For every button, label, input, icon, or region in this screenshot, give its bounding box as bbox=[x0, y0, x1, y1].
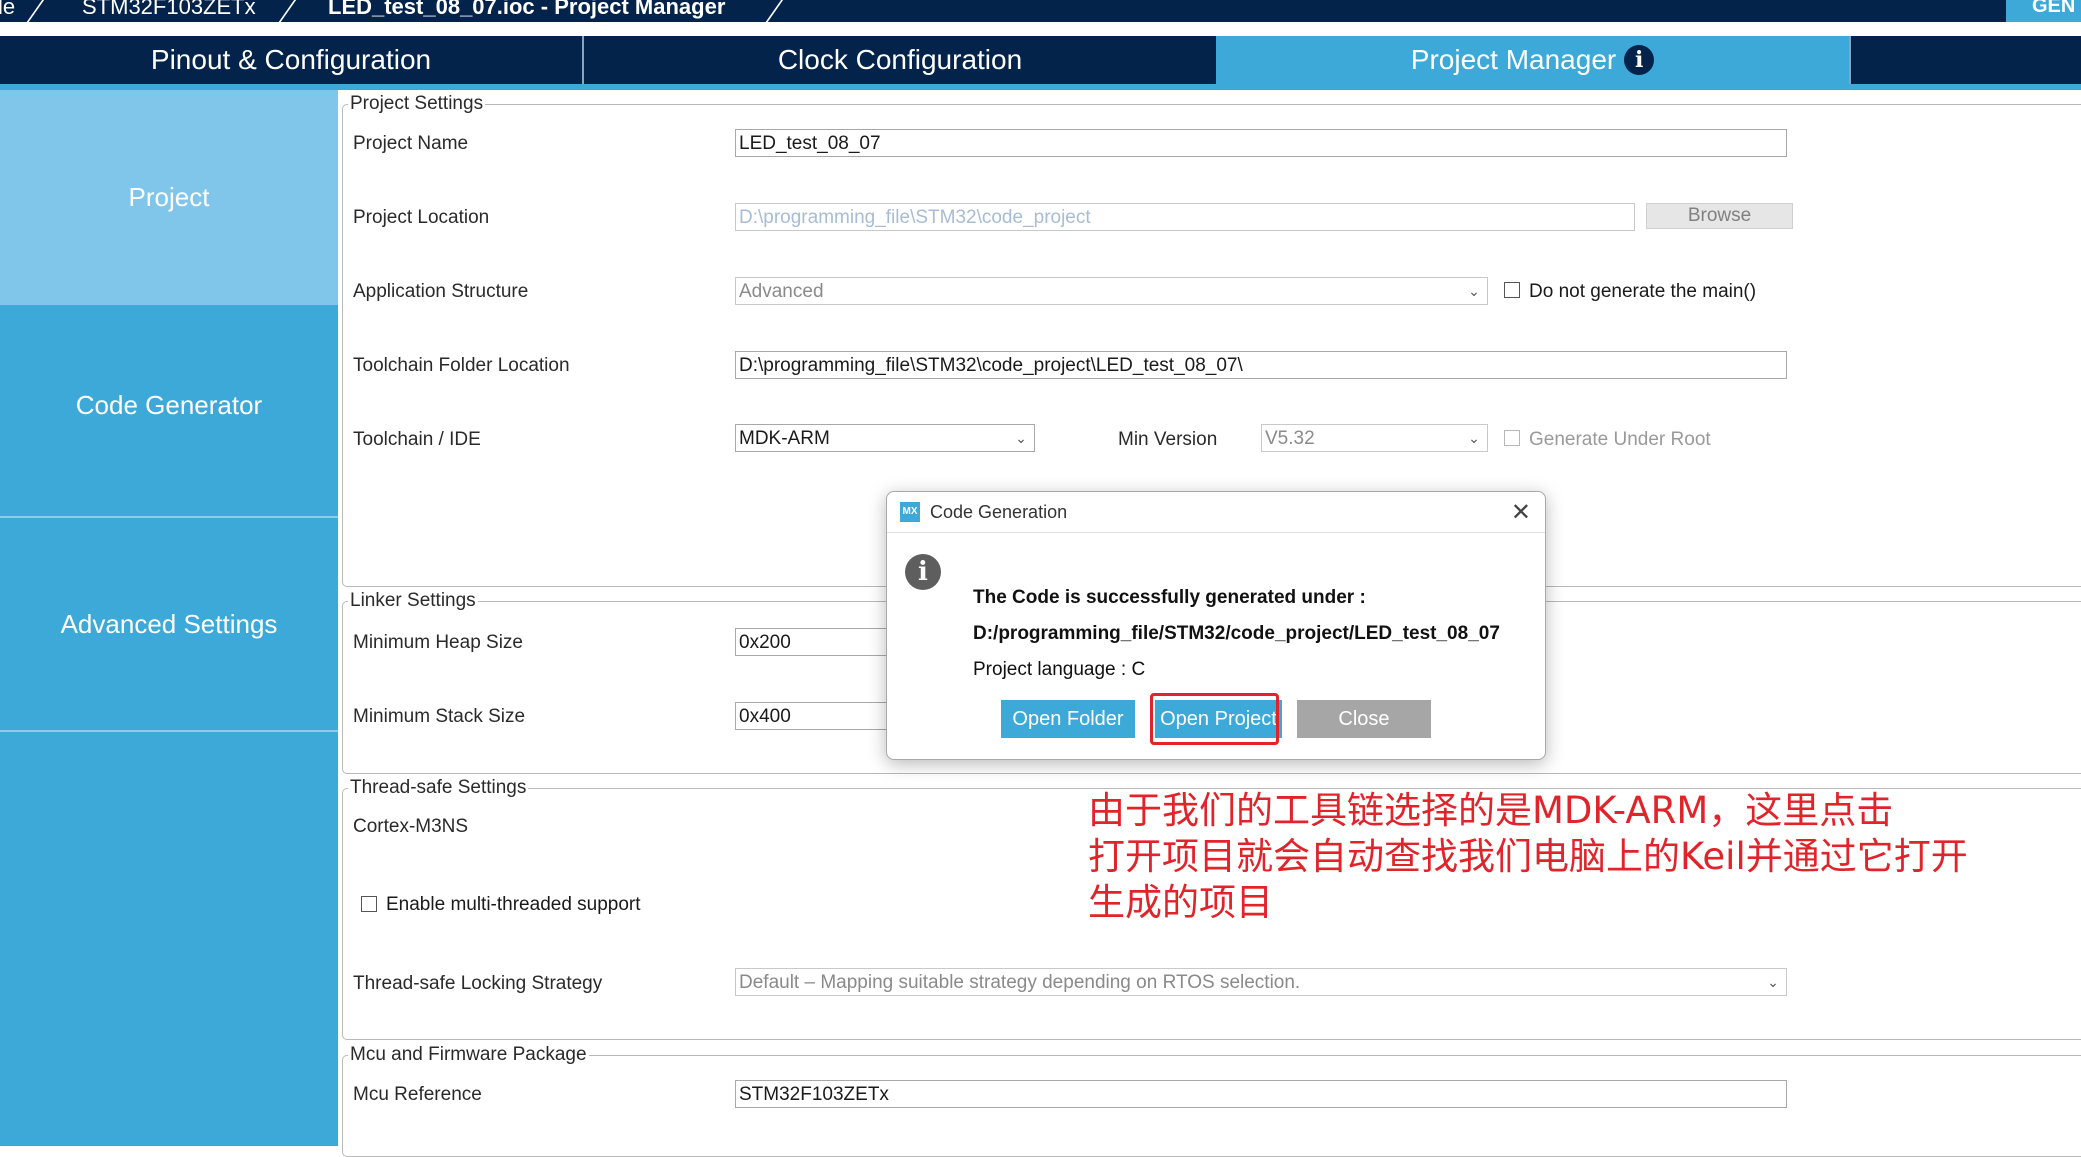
annotation-line: 打开项目就会自动查找我们电脑上的Keil并通过它打开 bbox=[1088, 835, 1968, 878]
locking-strategy-select[interactable]: Default – Mapping suitable strategy depe… bbox=[735, 968, 1787, 996]
annotation-note: 由于我们的工具链选择的是MDK-ARM，这里点击 打开项目就会自动查找我们电脑上… bbox=[1088, 788, 1988, 926]
breadcrumb-item-file[interactable]: LED_test_08_07.ioc - Project Manager bbox=[328, 0, 725, 20]
project-name-label: Project Name bbox=[353, 133, 469, 154]
breadcrumb-separator bbox=[273, 0, 299, 22]
locking-strategy-value: Default – Mapping suitable strategy depe… bbox=[739, 972, 1301, 993]
sidebar-item-label: Project bbox=[128, 182, 210, 212]
locking-strategy-label: Thread-safe Locking Strategy bbox=[353, 973, 603, 994]
sidebar-divider bbox=[0, 730, 338, 732]
min-version-select[interactable]: V5.32 ⌄ bbox=[1261, 424, 1488, 452]
tab-pinout-configuration[interactable]: Pinout & Configuration bbox=[0, 36, 582, 84]
open-project-highlight-box bbox=[1150, 693, 1279, 745]
breadcrumb-item-mcu[interactable]: STM32F103ZETx bbox=[82, 0, 256, 20]
minimum-heap-size-label: Minimum Heap Size bbox=[353, 632, 523, 653]
toolchain-folder-label: Toolchain Folder Location bbox=[353, 355, 570, 376]
sidebar: Project Code Generator Advanced Settings bbox=[0, 90, 338, 1146]
thread-safe-settings-legend: Thread-safe Settings bbox=[348, 777, 529, 799]
breadcrumb-item-home[interactable]: le bbox=[0, 0, 15, 20]
dialog-title: Code Generation bbox=[930, 502, 1068, 522]
info-icon[interactable]: i bbox=[1624, 45, 1655, 75]
info-icon: i bbox=[905, 554, 941, 590]
sidebar-item-advanced-settings[interactable]: Advanced Settings bbox=[0, 518, 338, 730]
tab-clock-configuration[interactable]: Clock Configuration bbox=[584, 36, 1216, 84]
tab-label: Project Manager bbox=[1410, 44, 1617, 75]
generate-code-button[interactable]: GEN bbox=[2006, 0, 2081, 22]
sidebar-item-code-generator[interactable]: Code Generator bbox=[0, 305, 338, 505]
generate-under-root-label: Generate Under Root bbox=[1529, 429, 1711, 450]
chevron-down-icon: ⌄ bbox=[1468, 430, 1480, 446]
generate-under-root-checkbox[interactable] bbox=[1504, 430, 1520, 446]
breadcrumb-separator bbox=[21, 0, 47, 22]
application-structure-label: Application Structure bbox=[353, 281, 529, 302]
breadcrumb-separator bbox=[760, 0, 786, 22]
dialog-project-language: Project language : C bbox=[973, 659, 1146, 680]
header-gap bbox=[0, 22, 2081, 36]
mcu-reference-field[interactable]: STM32F103ZETx bbox=[735, 1080, 1787, 1108]
breadcrumb: le STM32F103ZETx LED_test_08_07.ioc - Pr… bbox=[0, 0, 2081, 22]
sidebar-item-label: Advanced Settings bbox=[60, 608, 278, 639]
open-folder-button[interactable]: Open Folder bbox=[1001, 700, 1135, 738]
annotation-line: 生成的项目 bbox=[1088, 881, 1273, 924]
application-structure-select[interactable]: Advanced ⌄ bbox=[735, 277, 1488, 305]
project-name-field[interactable]: LED_test_08_07 bbox=[735, 129, 1787, 157]
toolchain-ide-label: Toolchain / IDE bbox=[353, 429, 481, 450]
do-not-generate-main-checkbox[interactable] bbox=[1504, 282, 1520, 298]
cortex-core-label: Cortex-M3NS bbox=[353, 816, 469, 837]
min-version-value: V5.32 bbox=[1265, 428, 1315, 449]
enable-multithread-label: Enable multi-threaded support bbox=[386, 894, 641, 915]
enable-multithread-checkbox[interactable] bbox=[361, 896, 377, 912]
dialog-success-message: The Code is successfully generated under… bbox=[973, 587, 1366, 608]
annotation-line: 由于我们的工具链选择的是MDK-ARM，这里点击 bbox=[1088, 789, 1894, 832]
tab-project-manager[interactable]: Project Manager i bbox=[1216, 36, 1849, 84]
project-location-label: Project Location bbox=[353, 207, 490, 228]
tab-label: Clock Configuration bbox=[777, 44, 1023, 75]
tab-label: Pinout & Configuration bbox=[150, 44, 432, 75]
chevron-down-icon: ⌄ bbox=[1468, 283, 1480, 299]
toolchain-ide-value: MDK-ARM bbox=[739, 428, 830, 449]
dialog-output-path: D:/programming_file/STM32/code_project/L… bbox=[973, 623, 1500, 644]
dialog-titlebar: MX Code Generation ✕ bbox=[887, 492, 1545, 533]
project-location-field[interactable]: D:\programming_file\STM32\code_project bbox=[735, 203, 1635, 231]
close-icon[interactable]: ✕ bbox=[1511, 498, 1531, 527]
sidebar-item-label: Code Generator bbox=[75, 389, 263, 420]
minimum-stack-size-label: Minimum Stack Size bbox=[353, 706, 526, 727]
close-button[interactable]: Close bbox=[1297, 700, 1431, 738]
min-version-label: Min Version bbox=[1118, 429, 1218, 450]
do-not-generate-main-label: Do not generate the main() bbox=[1529, 281, 1757, 302]
sidebar-item-project[interactable]: Project bbox=[0, 90, 338, 305]
mcu-reference-label: Mcu Reference bbox=[353, 1084, 482, 1105]
toolchain-ide-select[interactable]: MDK-ARM ⌄ bbox=[735, 424, 1035, 452]
chevron-down-icon: ⌄ bbox=[1767, 974, 1779, 990]
application-structure-value: Advanced bbox=[739, 281, 824, 302]
mx-logo-icon: MX bbox=[900, 502, 920, 522]
mcu-firmware-package-legend: Mcu and Firmware Package bbox=[348, 1044, 589, 1066]
browse-button[interactable]: Browse bbox=[1646, 203, 1793, 229]
tab-divider bbox=[1849, 36, 1851, 84]
linker-settings-legend: Linker Settings bbox=[348, 590, 478, 612]
project-settings-legend: Project Settings bbox=[348, 93, 486, 115]
main-tabs: Pinout & Configuration Clock Configurati… bbox=[0, 36, 2081, 84]
toolchain-folder-field[interactable]: D:\programming_file\STM32\code_project\L… bbox=[735, 351, 1787, 379]
chevron-down-icon: ⌄ bbox=[1015, 430, 1027, 446]
